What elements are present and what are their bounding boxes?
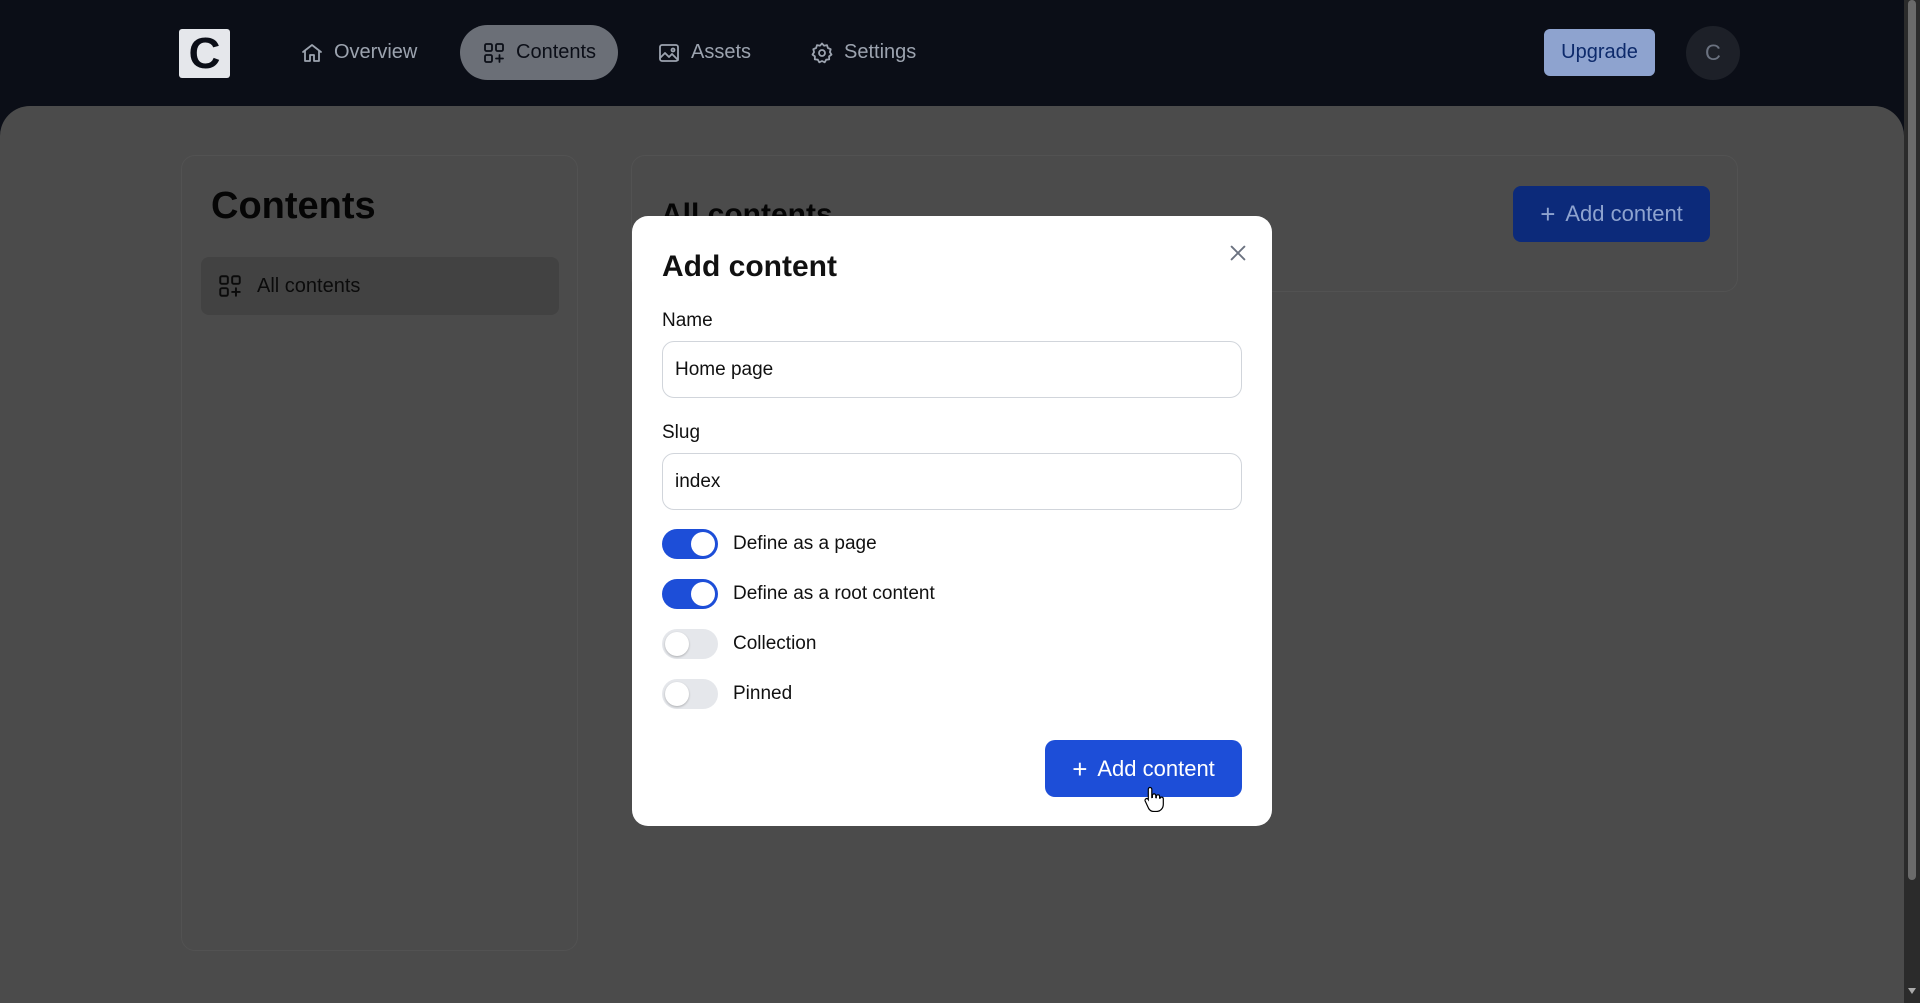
hand-cursor-icon <box>1144 786 1164 812</box>
toggle-label: Pinned <box>733 683 793 704</box>
image-icon <box>659 43 679 62</box>
scroll-down-arrow-icon[interactable] <box>1908 988 1916 994</box>
slug-field[interactable]: index <box>662 453 1242 510</box>
toggle-row-pinned: Pinned <box>662 679 792 709</box>
nav-item-label: Contents <box>516 41 597 63</box>
home-icon <box>302 43 322 62</box>
add-content-label: Add content <box>1565 201 1683 226</box>
toggle-row-define-as-root: Define as a root content <box>662 579 935 609</box>
nav-item-label: Assets <box>691 41 752 63</box>
close-button[interactable] <box>1223 238 1253 268</box>
app-logo[interactable]: C <box>179 29 230 78</box>
toggle-row-collection: Collection <box>662 629 816 659</box>
pinned-toggle[interactable] <box>662 679 718 709</box>
toggle-label: Define as a page <box>733 533 877 554</box>
define-as-root-toggle[interactable] <box>662 579 718 609</box>
modal-title: Add content <box>662 250 837 283</box>
nav-item-overview[interactable]: Overview <box>278 25 439 80</box>
slug-value: index <box>675 470 721 492</box>
name-field[interactable]: Home page <box>662 341 1242 398</box>
collection-toggle[interactable] <box>662 629 718 659</box>
toggle-label: Define as a root content <box>733 583 935 604</box>
grid-plus-icon <box>484 42 504 63</box>
nav-item-contents[interactable]: Contents <box>460 25 619 80</box>
page-title: Contents <box>211 185 376 227</box>
name-value: Home page <box>675 358 774 380</box>
toggle-label: Collection <box>733 633 817 654</box>
upgrade-button[interactable]: Upgrade <box>1544 29 1655 76</box>
scrollbar-thumb[interactable] <box>1908 0 1916 880</box>
sidebar-item-label: All contents <box>257 274 361 297</box>
avatar[interactable]: C <box>1686 26 1740 80</box>
toggle-row-define-as-page: Define as a page <box>662 529 877 559</box>
submit-label: Add content <box>1097 755 1215 781</box>
grid-plus-icon <box>219 275 241 297</box>
add-content-button[interactable]: + Add content <box>1513 186 1710 242</box>
plus-icon: + <box>1540 199 1556 229</box>
nav-item-assets[interactable]: Assets <box>635 25 773 80</box>
nav-item-settings[interactable]: Settings <box>788 25 938 80</box>
nav-item-label: Overview <box>334 41 418 63</box>
top-navigation-bar: C Overview Contents Assets Settings Upgr… <box>0 0 1904 106</box>
close-icon <box>1230 245 1246 261</box>
slug-label: Slug <box>662 422 701 443</box>
sidebar-item-all-contents[interactable]: All contents <box>201 257 559 315</box>
add-content-modal: Add content Name Home page Slug index De… <box>632 216 1272 826</box>
define-as-page-toggle[interactable] <box>662 529 718 559</box>
plus-icon: + <box>1072 753 1088 784</box>
name-label: Name <box>662 310 713 331</box>
logo-letter: C <box>188 28 221 78</box>
nav-item-label: Settings <box>844 41 917 63</box>
gear-icon <box>811 42 833 63</box>
